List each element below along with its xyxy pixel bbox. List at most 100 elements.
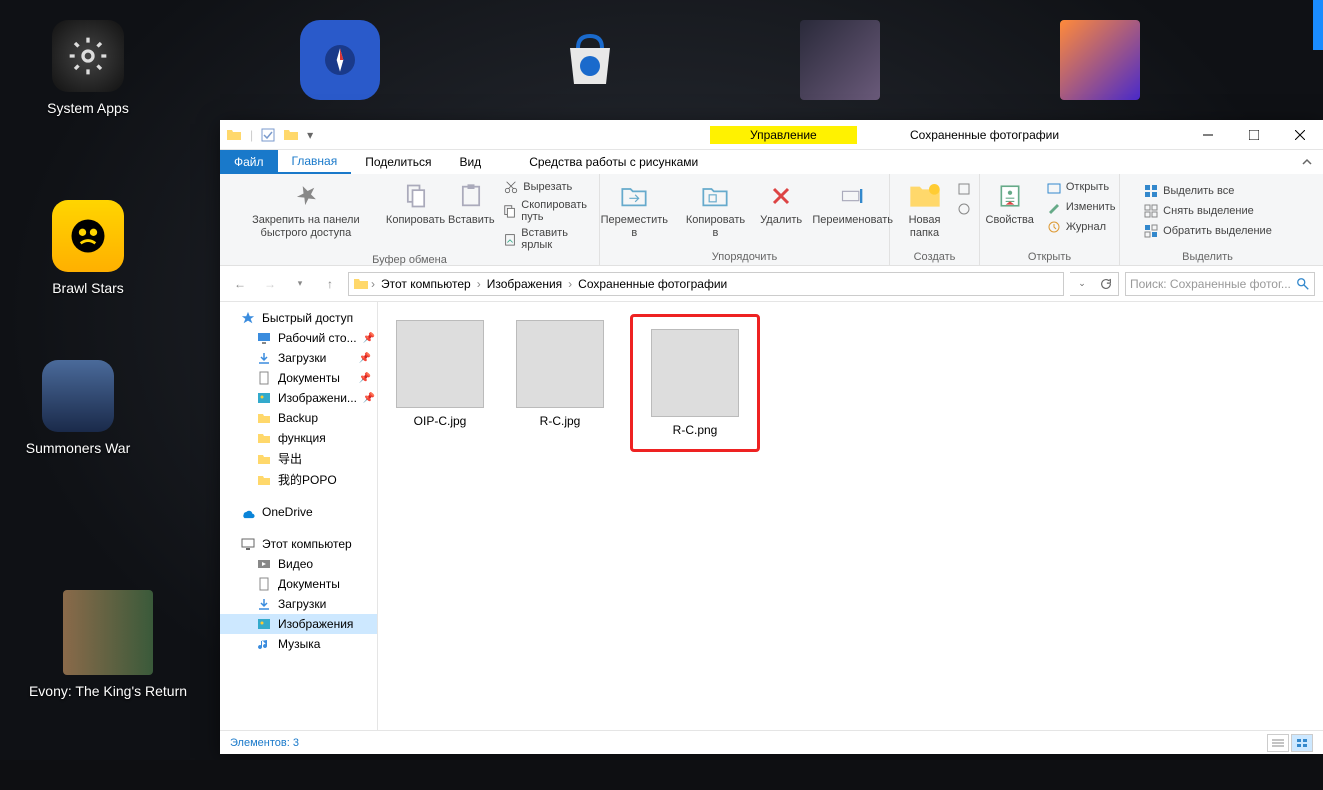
- file-item-highlighted[interactable]: R-C.png: [630, 314, 760, 452]
- details-view-button[interactable]: [1267, 734, 1289, 752]
- tab-home[interactable]: Главная: [278, 150, 352, 174]
- breadcrumb-item[interactable]: Этот компьютер: [377, 277, 475, 291]
- sidebar-pictures[interactable]: Изображени...📌: [220, 388, 377, 408]
- rename-button[interactable]: Переименовать: [811, 178, 894, 229]
- titlebar[interactable]: | ▾ Управление Сохраненные фотографии: [220, 120, 1323, 150]
- sidebar-documents[interactable]: Документы📌: [220, 368, 377, 388]
- desktop-icon-system-apps[interactable]: System Apps: [28, 20, 148, 116]
- sidebar-folder-popo[interactable]: 我的POPO: [220, 469, 377, 490]
- file-list[interactable]: OIP-C.jpg R-C.jpg R-C.png: [378, 302, 1323, 730]
- properties-button[interactable]: Свойства: [982, 178, 1038, 229]
- documents-icon: [256, 370, 272, 386]
- new-item-icon[interactable]: [957, 182, 971, 196]
- sidebar-onedrive[interactable]: OneDrive: [220, 502, 377, 522]
- pin-to-quick-access-button[interactable]: Закрепить на панели быстрого доступа: [228, 178, 384, 242]
- tab-file[interactable]: Файл: [220, 150, 278, 174]
- history-button[interactable]: Журнал: [1044, 218, 1118, 236]
- copy-path-button[interactable]: Скопировать путь: [501, 198, 591, 224]
- file-thumbnail: [516, 320, 604, 408]
- folder-icon: [256, 472, 272, 488]
- taskbar-icon[interactable]: [1283, 765, 1303, 785]
- new-folder-button[interactable]: Новая папка: [898, 178, 951, 242]
- file-item[interactable]: R-C.jpg: [510, 314, 610, 434]
- address-bar: ← → ▾ ↑ › Этот компьютер › Изображения ›…: [220, 266, 1323, 302]
- ribbon-collapse-icon[interactable]: [1291, 150, 1323, 174]
- move-to-button[interactable]: Переместить в: [595, 178, 674, 242]
- pin-icon: 📌: [363, 393, 375, 404]
- paste-button[interactable]: Вставить: [447, 178, 495, 229]
- pin-icon: 📌: [359, 353, 371, 364]
- edit-button[interactable]: Изменить: [1044, 198, 1118, 216]
- cut-button[interactable]: Вырезать: [501, 178, 591, 196]
- close-button[interactable]: [1277, 120, 1323, 150]
- sidebar-desktop[interactable]: Рабочий сто...📌: [220, 328, 377, 348]
- sidebar-folder-export[interactable]: 导出: [220, 448, 377, 469]
- sidebar-videos[interactable]: Видео: [220, 554, 377, 574]
- top-icon-game1[interactable]: [780, 20, 900, 108]
- desktop-icon-evony[interactable]: Evony: The King's Return: [0, 590, 218, 699]
- qat-dropdown-icon[interactable]: ▾: [307, 128, 313, 142]
- desktop-icon-summoners-war[interactable]: Summoners War: [18, 360, 138, 456]
- top-icon-game2[interactable]: [1040, 20, 1160, 108]
- sidebar-pictures2[interactable]: Изображения: [220, 614, 377, 634]
- folder-icon: [283, 127, 299, 143]
- ribbon-group-label: Буфер обмена: [372, 254, 447, 266]
- sidebar-folder-backup[interactable]: Backup: [220, 408, 377, 428]
- sidebar-documents2[interactable]: Документы: [220, 574, 377, 594]
- recent-dropdown-icon[interactable]: ▾: [288, 272, 312, 296]
- qat-checkbox-icon[interactable]: [261, 128, 275, 142]
- breadcrumb-item[interactable]: Сохраненные фотографии: [574, 277, 731, 291]
- file-name: OIP-C.jpg: [414, 414, 467, 428]
- paste-shortcut-button[interactable]: Вставить ярлык: [501, 226, 591, 252]
- invert-selection-button[interactable]: Обратить выделение: [1141, 222, 1274, 240]
- file-name: R-C.png: [673, 423, 718, 437]
- downloads-icon: [256, 350, 272, 366]
- sidebar-quick-access[interactable]: Быстрый доступ: [220, 308, 377, 328]
- top-icon-store[interactable]: [530, 20, 650, 108]
- folder-icon: [256, 410, 272, 426]
- ribbon-tabs: Файл Главная Поделиться Вид Средства раб…: [220, 150, 1323, 174]
- select-all-button[interactable]: Выделить все: [1141, 182, 1274, 200]
- desktop-icon-brawl-stars[interactable]: Brawl Stars: [28, 200, 148, 296]
- up-button[interactable]: ↑: [318, 272, 342, 296]
- forward-button[interactable]: →: [258, 272, 282, 296]
- file-item[interactable]: OIP-C.jpg: [390, 314, 490, 434]
- top-icon-browser[interactable]: [280, 20, 400, 108]
- sidebar-downloads[interactable]: Загрузки📌: [220, 348, 377, 368]
- breadcrumb-bar[interactable]: › Этот компьютер › Изображения › Сохране…: [348, 272, 1064, 296]
- tab-view[interactable]: Вид: [445, 150, 495, 174]
- copy-to-button[interactable]: Копировать в: [680, 178, 751, 242]
- downloads-icon: [256, 596, 272, 612]
- tab-share[interactable]: Поделиться: [351, 150, 445, 174]
- select-none-button[interactable]: Снять выделение: [1141, 202, 1274, 220]
- refresh-button[interactable]: [1094, 277, 1118, 291]
- search-box[interactable]: [1125, 272, 1315, 296]
- delete-button[interactable]: Удалить: [757, 178, 805, 229]
- ribbon-group-label: Открыть: [1028, 251, 1071, 263]
- ribbon-group-label: Упорядочить: [712, 251, 777, 263]
- pc-icon: [240, 536, 256, 552]
- search-input[interactable]: [1130, 277, 1310, 291]
- easy-access-icon[interactable]: [957, 202, 971, 216]
- ribbon-group-label: Создать: [914, 251, 956, 263]
- ribbon: Закрепить на панели быстрого доступа Коп…: [220, 174, 1323, 266]
- search-icon[interactable]: [1296, 277, 1310, 291]
- icons-view-button[interactable]: [1291, 734, 1313, 752]
- minimize-button[interactable]: [1185, 120, 1231, 150]
- desktop-icon-label: Evony: The King's Return: [29, 683, 187, 699]
- maximize-button[interactable]: [1231, 120, 1277, 150]
- desktop-icon: [256, 330, 272, 346]
- sidebar-this-pc[interactable]: Этот компьютер: [220, 534, 377, 554]
- path-dropdown-icon[interactable]: ⌄: [1070, 278, 1094, 289]
- sidebar-folder-function[interactable]: функция: [220, 428, 377, 448]
- pin-icon: 📌: [363, 333, 375, 344]
- open-button[interactable]: Открыть: [1044, 178, 1118, 196]
- breadcrumb-item[interactable]: Изображения: [483, 277, 566, 291]
- copy-button[interactable]: Копировать: [390, 178, 442, 229]
- sidebar-downloads2[interactable]: Загрузки: [220, 594, 377, 614]
- back-button[interactable]: ←: [228, 272, 252, 296]
- tab-picture-tools[interactable]: Средства работы с рисунками: [515, 150, 712, 174]
- file-thumbnail: [396, 320, 484, 408]
- sidebar-music[interactable]: Музыка: [220, 634, 377, 654]
- desktop-icon-label: System Apps: [47, 100, 129, 116]
